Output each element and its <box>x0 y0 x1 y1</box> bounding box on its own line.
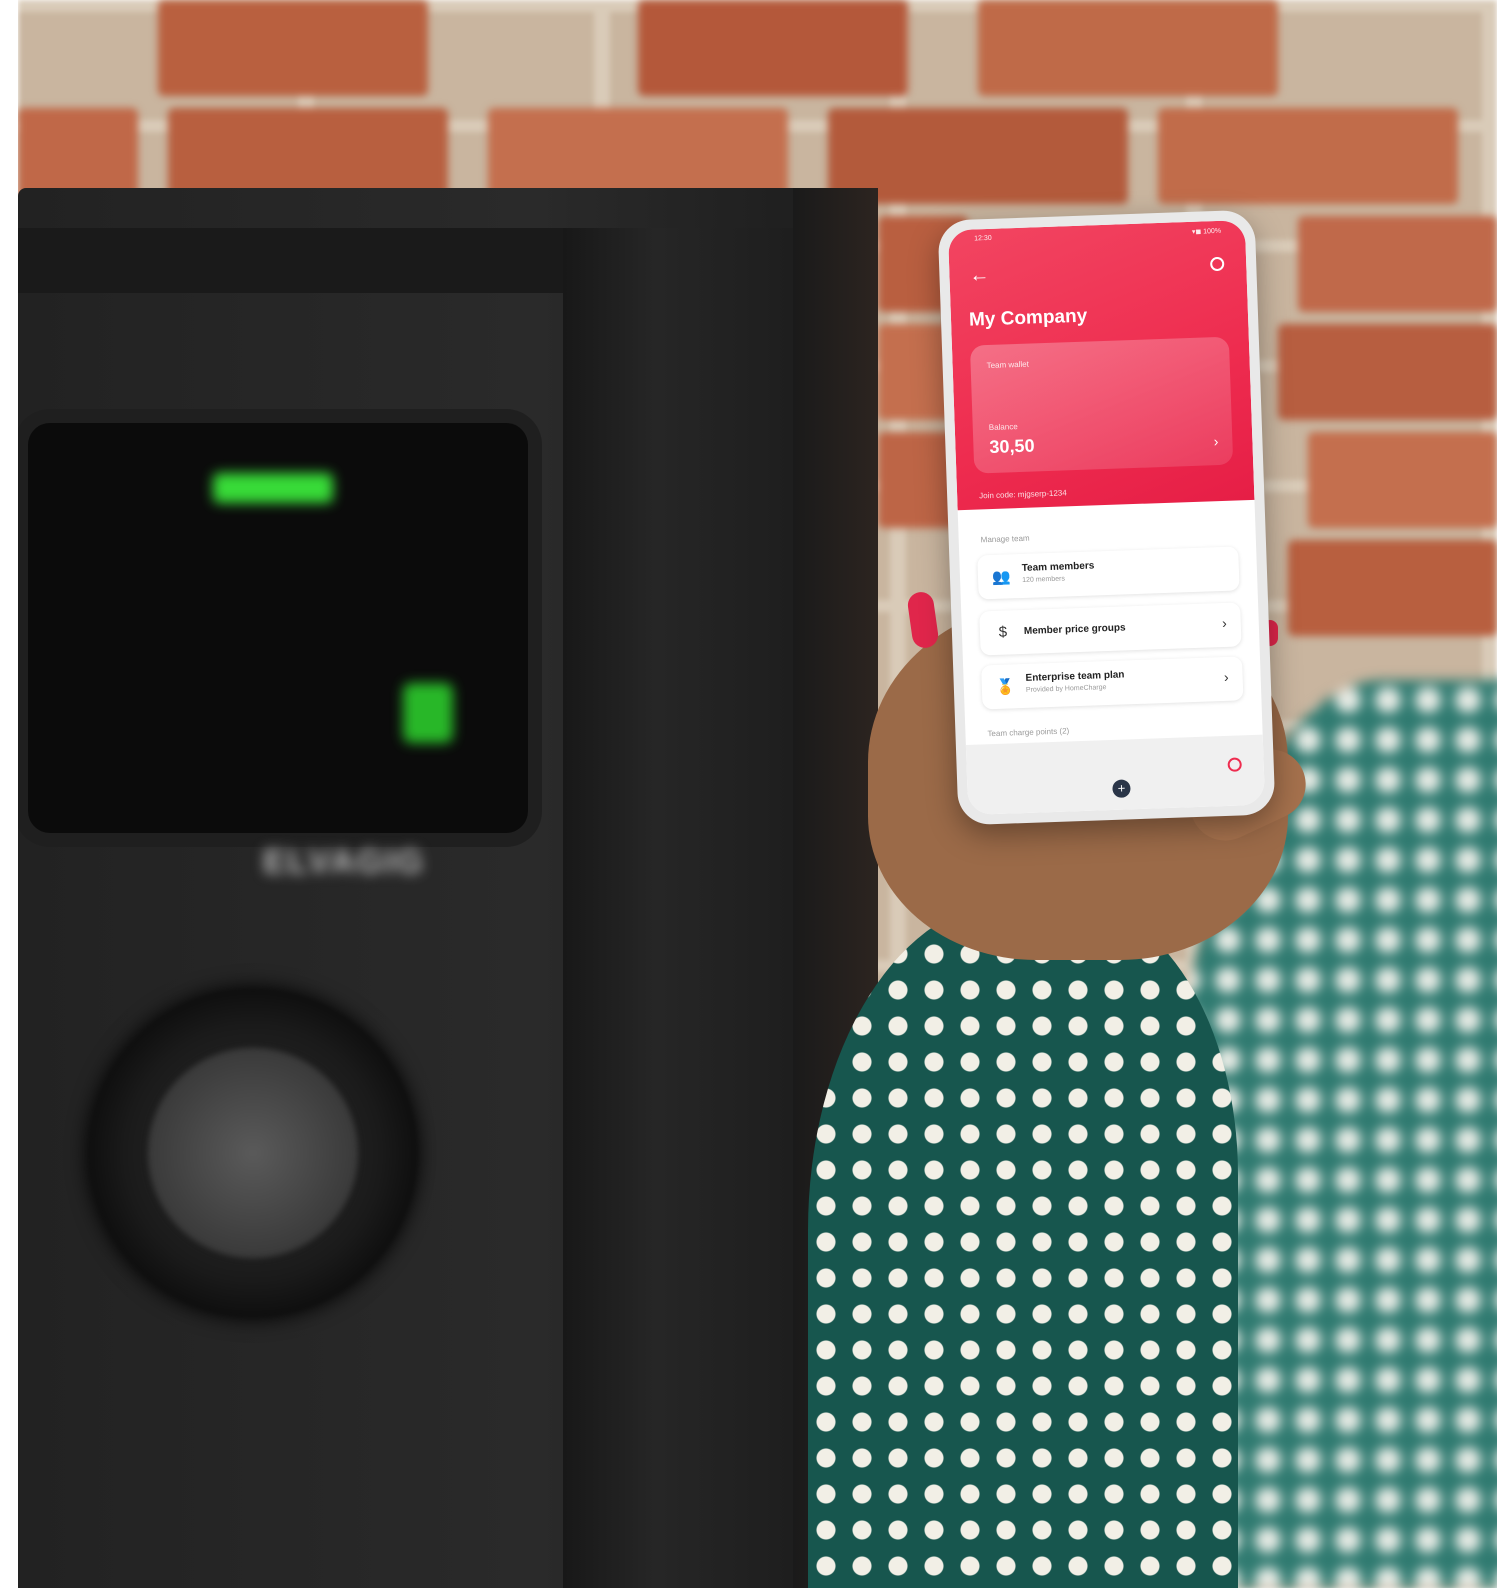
charger-display-led <box>213 473 333 503</box>
map-pin-icon[interactable] <box>1227 757 1242 772</box>
dollar-icon: $ <box>998 623 1008 641</box>
people-icon: 👥 <box>991 568 1011 587</box>
charger-logo: ELVAGIG <box>263 843 425 881</box>
charger-socket-cap <box>148 1048 358 1258</box>
photo-scene: ELVAGIG 12:30 ▾◼ 100% ← My Company Team … <box>18 0 1497 1588</box>
section-heading: Team charge points (2) <box>987 726 1070 739</box>
section-heading: Manage team <box>980 533 1030 545</box>
arrow-left-icon[interactable]: ← <box>969 264 990 287</box>
team-members-row[interactable]: 👥 Team members 120 members <box>977 546 1240 600</box>
row-sublabel: 120 members <box>1022 575 1066 584</box>
team-wallet-card[interactable]: Team wallet Balance 30,50 › <box>969 336 1234 474</box>
balance-label: Balance <box>988 422 1018 433</box>
row-label: Member price groups <box>1023 622 1126 637</box>
row-label: Enterprise team plan <box>1025 669 1125 684</box>
gear-icon[interactable] <box>1209 256 1225 272</box>
row-sublabel: Provided by HomeCharge <box>1025 684 1107 694</box>
row-label: Team members <box>1021 560 1095 574</box>
charger-status-led <box>403 683 453 743</box>
balance-value: 30,50 <box>989 435 1035 458</box>
charger-top-bar <box>18 228 563 293</box>
phone-screen: 12:30 ▾◼ 100% ← My Company Team wallet B… <box>947 219 1266 816</box>
charge-points-map[interactable]: + <box>965 734 1266 816</box>
person-sleeve <box>808 900 1238 1588</box>
smartphone: 12:30 ▾◼ 100% ← My Company Team wallet B… <box>937 209 1276 826</box>
wallet-label: Team wallet <box>986 359 1030 371</box>
plus-icon[interactable]: + <box>1112 779 1131 798</box>
page-title: My Company <box>968 305 1088 331</box>
ev-charger: ELVAGIG <box>18 188 878 1588</box>
chevron-right-icon: › <box>1213 433 1219 450</box>
charger-pillar <box>563 228 793 1588</box>
chevron-right-icon: › <box>1221 614 1228 632</box>
team-header: 12:30 ▾◼ 100% ← My Company Team wallet B… <box>947 219 1255 511</box>
charger-display <box>28 423 528 833</box>
status-time: 12:30 <box>974 234 992 243</box>
member-price-groups-row[interactable]: $ Member price groups › <box>979 602 1242 656</box>
award-icon: 🏅 <box>995 678 1015 696</box>
chevron-right-icon: › <box>1223 668 1229 685</box>
join-code: Join code: mjgserp-1234 <box>979 488 1067 501</box>
enterprise-team-plan-row[interactable]: 🏅 Enterprise team plan Provided by HomeC… <box>981 656 1244 710</box>
status-icons: ▾◼ 100% <box>1191 227 1222 236</box>
